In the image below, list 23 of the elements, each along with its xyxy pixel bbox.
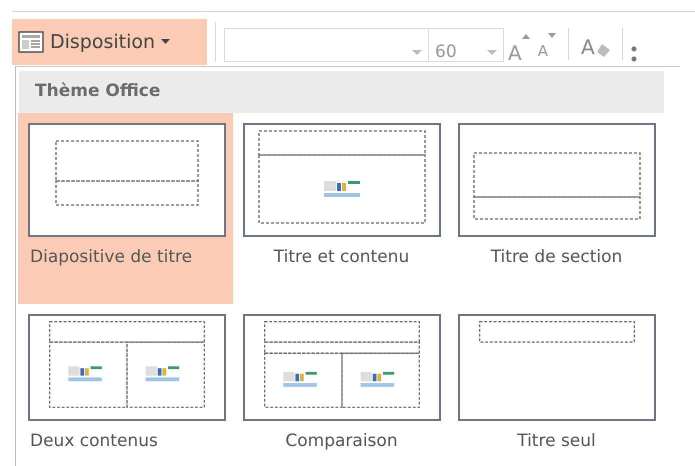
content-placeholder-icon (283, 372, 317, 387)
content-placeholder-icon (68, 366, 102, 382)
content-placeholder-icon (146, 366, 180, 382)
font-field[interactable] (224, 28, 429, 62)
layout-option[interactable]: Comparaison (233, 304, 448, 454)
down-arrow-icon (548, 33, 556, 38)
layout-option[interactable]: Titre de section (448, 113, 663, 304)
layout-option[interactable]: Titre et contenu (233, 113, 448, 304)
content-placeholder-icon (360, 372, 394, 387)
layout-option[interactable]: Diapositive de titre (18, 113, 233, 304)
dropdown-icon (487, 50, 497, 56)
eraser-icon (596, 44, 610, 58)
layout-option[interactable]: Titre seul (448, 304, 663, 454)
more-icon (630, 46, 637, 64)
layout-button[interactable]: Disposition (12, 19, 207, 65)
up-arrow-icon (522, 34, 530, 39)
clear-formatting-button[interactable]: A (576, 30, 614, 62)
dropdown-icon (412, 50, 422, 56)
caret-icon (161, 39, 170, 45)
layout-option[interactable]: Deux contenus (18, 304, 233, 454)
content-placeholder-icon (324, 181, 360, 197)
layout-icon (18, 31, 44, 53)
gallery-header: Thème Office (19, 71, 664, 113)
